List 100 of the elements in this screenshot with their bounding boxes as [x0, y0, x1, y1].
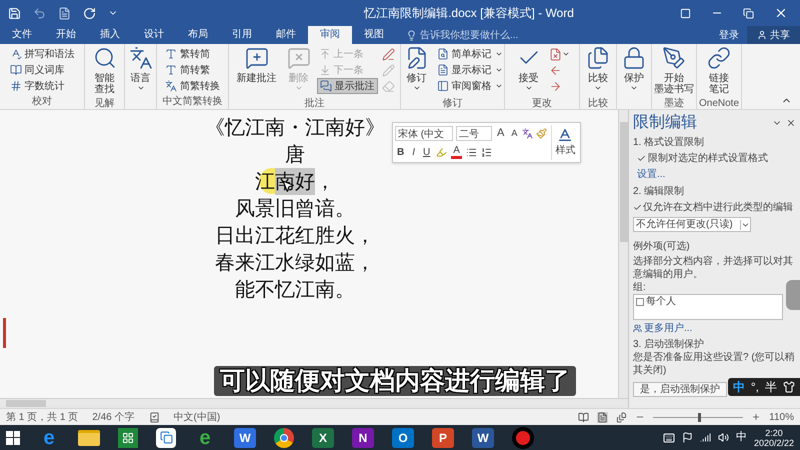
format-painter-icon[interactable]: [536, 128, 548, 139]
ribbon-button[interactable]: 字数统计: [8, 78, 76, 94]
cloud-icon[interactable]: [156, 428, 176, 448]
format-checkbox[interactable]: 限制对选定的样式设置格式: [633, 152, 796, 165]
ribbon-button[interactable]: 同义词库: [8, 62, 76, 78]
zoom-in-icon[interactable]: [751, 412, 762, 422]
ribbon-button[interactable]: 简转繁: [163, 62, 222, 78]
app-tile[interactable]: W: [472, 428, 494, 448]
horizontal-scrollbar[interactable]: [0, 398, 628, 408]
ribbon-tab[interactable]: 插入: [88, 26, 132, 44]
app-tile[interactable]: W: [234, 428, 256, 448]
ribbon-tab[interactable]: 布局: [176, 26, 220, 44]
checkbox[interactable]: [633, 203, 642, 212]
ribbon-tab[interactable]: 文件: [0, 26, 44, 44]
ime-mode[interactable]: 中: [732, 380, 745, 394]
underline-button[interactable]: U: [421, 144, 432, 160]
volume-icon[interactable]: [718, 432, 729, 443]
start-protection-button[interactable]: 是，启动强制保护: [633, 382, 727, 397]
page-count[interactable]: 第 1 页，共 1 页: [6, 410, 78, 424]
phonetic-guide-icon[interactable]: [522, 128, 534, 139]
read-mode-icon[interactable]: [578, 412, 590, 422]
browser-icon[interactable]: [274, 428, 294, 448]
ribbon-button[interactable]: 显示批注: [316, 78, 378, 94]
checkbox[interactable]: [637, 154, 646, 163]
ribbon-tab[interactable]: 设计: [132, 26, 176, 44]
save-icon[interactable]: [8, 6, 21, 20]
ribbon-button[interactable]: 拼写和语法: [8, 46, 76, 62]
size-dropdown[interactable]: 二号: [456, 126, 492, 141]
ribbon-button[interactable]: 智能 查找: [88, 46, 120, 98]
checkbox[interactable]: [636, 298, 644, 306]
ribbon-button[interactable]: 比较: [582, 46, 614, 98]
print-layout-icon[interactable]: [597, 412, 608, 422]
keyboard-icon[interactable]: [662, 432, 675, 444]
record-icon[interactable]: [512, 426, 534, 448]
ribbon-button[interactable]: 接受: [512, 46, 544, 98]
exceptions-heading: 例外项(可选): [633, 240, 691, 253]
pen-icon: [662, 46, 686, 70]
ribbon-button[interactable]: 语言: [124, 46, 156, 98]
word-count[interactable]: 2/46 个字: [92, 410, 134, 424]
web-layout-icon[interactable]: [616, 412, 628, 422]
app-tile[interactable]: X: [312, 428, 334, 448]
font-dropdown[interactable]: 宋体 (中文: [395, 126, 453, 141]
ribbon-button[interactable]: 简单标记: [434, 46, 504, 62]
link-icon: [707, 46, 731, 70]
ribbon-button[interactable]: 审阅窗格: [434, 78, 504, 94]
undo-icon[interactable]: [33, 6, 46, 20]
folder-icon[interactable]: [78, 430, 100, 446]
app-tile[interactable]: O: [392, 428, 414, 448]
ribbon-tab[interactable]: 审阅: [308, 26, 352, 44]
app-tile[interactable]: P: [432, 428, 454, 448]
ribbon-button[interactable]: 链接 笔记: [703, 46, 735, 98]
vertical-scrollbar[interactable]: [618, 110, 628, 398]
clock-time[interactable]: 2:20: [765, 428, 783, 438]
more-users-link[interactable]: 更多用户...: [633, 322, 796, 335]
language-status[interactable]: 中文(中国): [174, 410, 220, 424]
flag-icon[interactable]: [682, 432, 693, 443]
ribbon-button[interactable]: 保护: [618, 46, 650, 98]
ribbon-tab[interactable]: 邮件: [264, 26, 308, 44]
ribbon-button[interactable]: 显示标记: [434, 62, 504, 78]
editing-select[interactable]: 不允许任何更改(只读): [633, 217, 751, 232]
windows-start-icon[interactable]: [6, 430, 20, 444]
ribbon-button[interactable]: 简繁转换: [163, 78, 222, 94]
proofing-icon[interactable]: [148, 412, 160, 422]
tell-me-field[interactable]: 告诉我你想要做什么...: [406, 26, 540, 44]
close-icon[interactable]: [774, 6, 788, 20]
font-color-button[interactable]: A: [451, 146, 462, 158]
group-item[interactable]: 每个人: [634, 295, 782, 308]
clock-date[interactable]: 2020/2/22: [754, 438, 794, 448]
ribbon-tab[interactable]: 视图: [352, 26, 396, 44]
styles-button[interactable]: 样式: [551, 125, 578, 160]
ribbon-button[interactable]: 修订: [400, 46, 432, 98]
numbering-icon[interactable]: [480, 146, 492, 158]
ribbon-tab[interactable]: 开始: [44, 26, 88, 44]
input-method-indicator[interactable]: 中: [736, 429, 747, 446]
bold-button[interactable]: B: [395, 144, 406, 160]
ribbon-button[interactable]: 新建批注: [232, 46, 280, 98]
ribbon-button[interactable]: 繁转简: [163, 46, 222, 62]
settings-link[interactable]: 设置...: [633, 168, 796, 181]
share-button[interactable]: 共享: [747, 26, 800, 44]
sign-in-link[interactable]: 登录: [711, 26, 747, 44]
ribbon-display-icon[interactable]: [680, 8, 691, 18]
repeat-icon[interactable]: [83, 6, 96, 20]
grow-font-button[interactable]: A: [495, 125, 506, 142]
zoom-level[interactable]: 110%: [769, 410, 794, 424]
zoom-thumb[interactable]: [698, 412, 702, 422]
store-icon[interactable]: [118, 428, 138, 448]
side-widget: [786, 280, 800, 310]
ime-width[interactable]: 半: [765, 380, 777, 394]
ribbon-button[interactable]: 开始 墨迹书写: [650, 46, 698, 98]
italic-button[interactable]: I: [410, 144, 418, 160]
shrink-font-button[interactable]: A: [509, 126, 520, 140]
edit-checkbox[interactable]: 仅允许在文档中进行此类型的编辑: [633, 201, 796, 214]
restore-icon[interactable]: [743, 8, 754, 18]
ime-punctuation[interactable]: °,: [750, 380, 759, 394]
ribbon-tab[interactable]: 引用: [220, 26, 264, 44]
close-icon[interactable]: [786, 118, 796, 128]
app-tile[interactable]: N: [352, 428, 374, 448]
ribbon-icon-button[interactable]: [380, 46, 396, 62]
shirt-icon[interactable]: [783, 381, 795, 393]
new-document-icon[interactable]: [58, 6, 71, 20]
